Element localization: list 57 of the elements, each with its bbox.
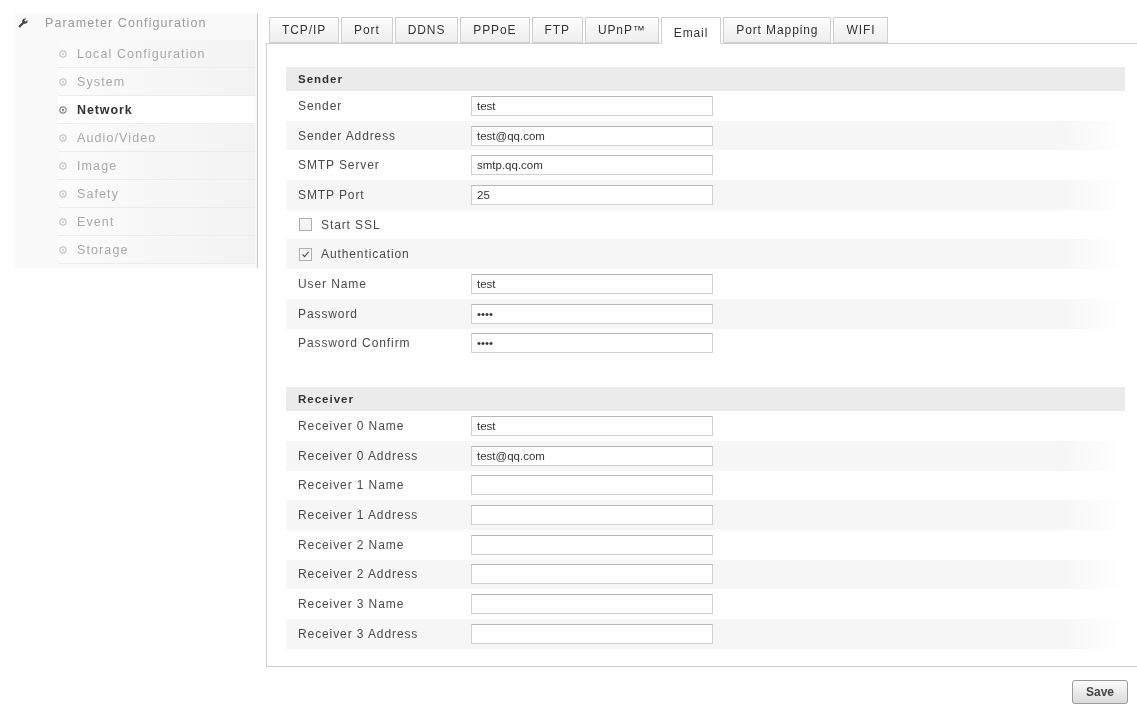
tab[interactable]: Port Mapping [723, 17, 832, 43]
tab[interactable]: FTP [531, 17, 583, 43]
field-label: Receiver 2 Address [297, 567, 420, 582]
tab[interactable]: Port [341, 17, 393, 43]
text-field[interactable]: •••• [471, 303, 713, 324]
sidebar-title: Parameter Configuration [45, 16, 207, 30]
text-field[interactable]: test [471, 95, 713, 116]
text-field[interactable]: •••• [471, 333, 713, 354]
field-label: SMTP Port [297, 187, 366, 202]
field-label: Password [297, 306, 359, 321]
save-button[interactable]: Save [1072, 680, 1128, 704]
section-title: Receiver [298, 393, 354, 406]
tab[interactable]: UPnP™ [584, 17, 659, 43]
field-label: Receiver 1 Name [297, 478, 406, 493]
field-label: SMTP Server [297, 158, 381, 173]
field-label: Receiver 3 Name [297, 597, 406, 612]
circle-icon [59, 105, 67, 114]
text-field[interactable]: test@qq.com [471, 125, 713, 146]
text-field[interactable] [471, 475, 713, 496]
field-label: Sender Address [297, 128, 397, 143]
checkbox[interactable] [299, 218, 312, 232]
checkbox-label: Start SSL [321, 217, 381, 232]
circle-icon [59, 49, 67, 58]
text-field[interactable] [471, 594, 713, 615]
checkbox-label: Authentication [321, 247, 410, 262]
field-label: Receiver 3 Address [297, 626, 420, 641]
circle-icon [59, 245, 67, 254]
tab[interactable]: DDNS [394, 17, 459, 43]
tab[interactable]: Email [660, 17, 722, 44]
text-field[interactable]: smtp.qq.com [471, 155, 713, 176]
text-field[interactable] [471, 505, 713, 526]
text-field[interactable]: test [471, 416, 713, 437]
circle-icon [59, 77, 67, 86]
text-field[interactable] [471, 564, 713, 585]
text-field[interactable]: test [471, 273, 713, 294]
circle-icon [59, 161, 67, 170]
section-title: Sender [298, 73, 343, 85]
circle-icon [59, 133, 67, 142]
text-field[interactable] [471, 534, 713, 555]
sidebar-item[interactable]: Network [58, 96, 255, 124]
checkbox[interactable] [299, 247, 312, 261]
text-field[interactable] [471, 623, 713, 644]
field-label: Receiver 0 Name [297, 419, 406, 434]
field-label: Receiver 1 Address [297, 508, 420, 523]
tab[interactable]: PPPoE [460, 17, 530, 43]
text-field[interactable]: 25 [471, 184, 713, 205]
field-label: Sender [297, 98, 344, 113]
wrench-icon [18, 18, 28, 28]
field-label: Password Confirm [297, 336, 412, 351]
field-label: User Name [297, 276, 368, 291]
tab[interactable]: TCP/IP [269, 17, 340, 43]
field-label: Receiver 2 Name [297, 537, 406, 552]
tab[interactable]: WIFI [833, 17, 889, 43]
circle-icon [59, 189, 67, 198]
text-field[interactable]: test@qq.com [471, 445, 713, 466]
circle-icon [59, 217, 67, 226]
field-label: Receiver 0 Address [297, 448, 420, 463]
